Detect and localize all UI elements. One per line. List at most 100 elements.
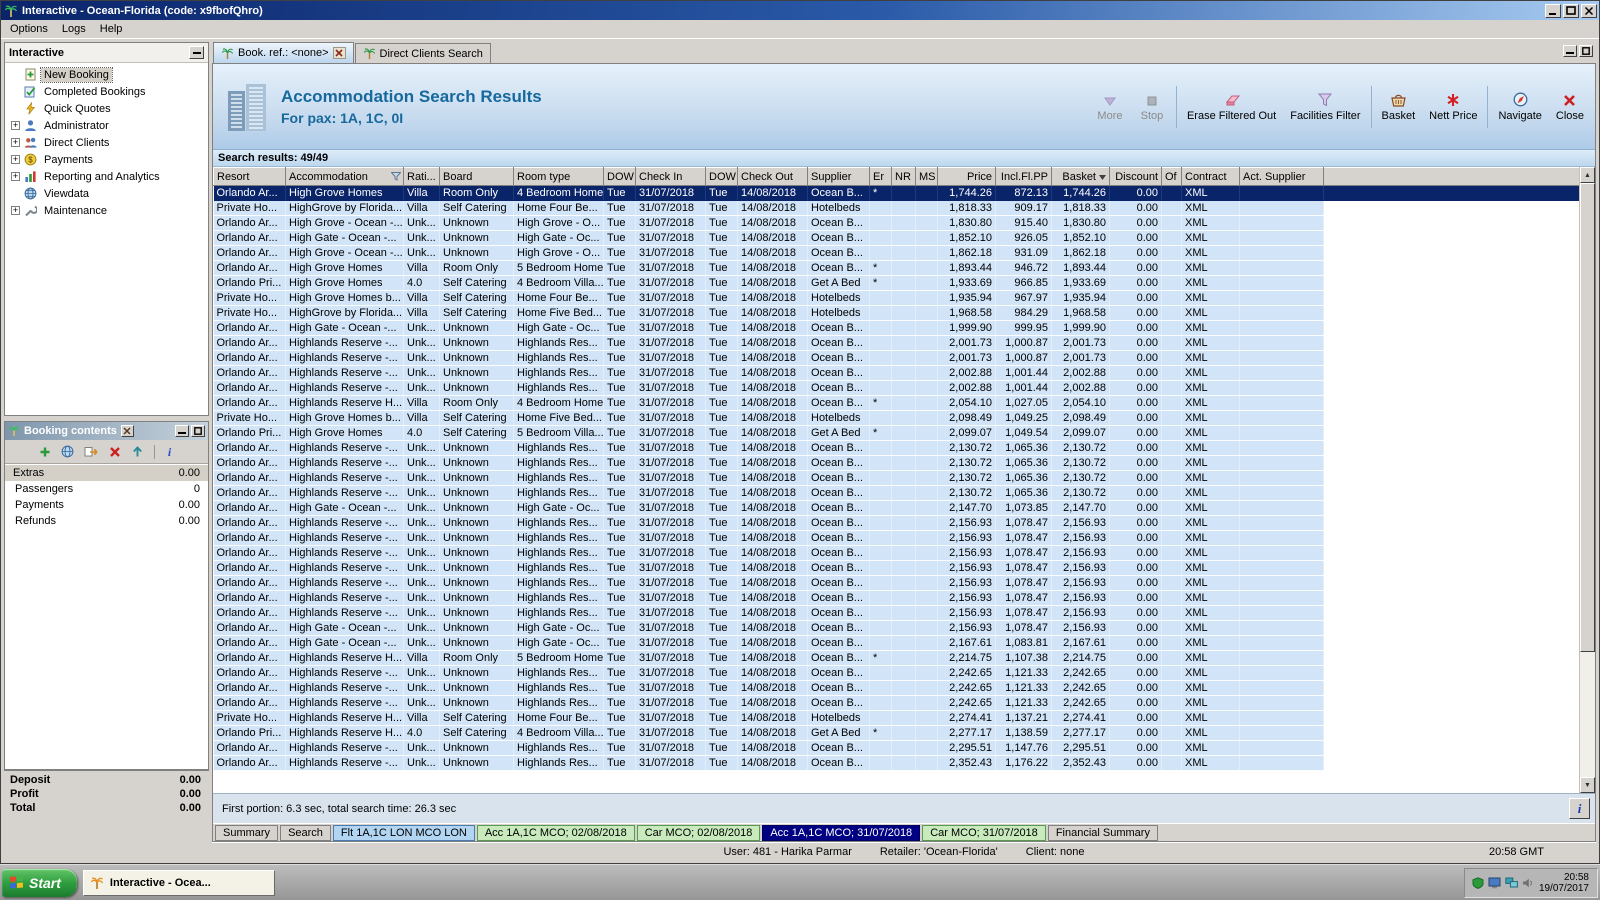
bottom-tab-acc-1a-1c-mco-31-07-2018[interactable]: Acc 1A,1C MCO; 31/07/2018 <box>762 825 920 841</box>
filter-funnel-icon[interactable] <box>391 172 401 184</box>
bottom-tab-acc-1a-1c-mco-02-08-2018[interactable]: Acc 1A,1C MCO; 02/08/2018 <box>477 825 635 841</box>
result-row[interactable]: Orlando Ar...High Gate - Ocean -...Unk..… <box>214 501 1580 516</box>
result-row[interactable]: Private Ho...High Grove Homes b...VillaS… <box>214 291 1580 306</box>
result-row[interactable]: Orlando Ar...High Grove HomesVillaRoom O… <box>214 186 1580 201</box>
result-row[interactable]: Orlando Ar...Highlands Reserve -...Unk..… <box>214 681 1580 696</box>
result-row[interactable]: Orlando Ar...Highlands Reserve -...Unk..… <box>214 441 1580 456</box>
column-header-dow[interactable]: DOW <box>604 168 636 186</box>
result-row[interactable]: Orlando Ar...Highlands Reserve -...Unk..… <box>214 471 1580 486</box>
child-restore-button[interactable] <box>1579 45 1593 57</box>
result-row[interactable]: Private Ho...HighGrove by Florida...Vill… <box>214 201 1580 216</box>
expand-plus-icon[interactable]: + <box>11 121 20 130</box>
column-header-check-out[interactable]: Check Out <box>738 168 808 186</box>
result-row[interactable]: Orlando Ar...High Gate - Ocean -...Unk..… <box>214 321 1580 336</box>
info-button[interactable]: i <box>1569 798 1590 819</box>
network-icon[interactable] <box>1505 877 1518 889</box>
scrollbar-thumb[interactable] <box>1580 183 1595 652</box>
result-row[interactable]: Orlando Ar...Highlands Reserve -...Unk..… <box>214 381 1580 396</box>
column-header-discount[interactable]: Discount <box>1110 168 1162 186</box>
result-row[interactable]: Orlando Ar...High Grove HomesVillaRoom O… <box>214 261 1580 276</box>
result-row[interactable]: Private Ho...HighGrove by Florida...Vill… <box>214 306 1580 321</box>
result-row[interactable]: Orlando Ar...Highlands Reserve -...Unk..… <box>214 546 1580 561</box>
toolbar-nett-price-button[interactable]: Nett Price <box>1422 89 1484 125</box>
expand-plus-icon[interactable]: + <box>11 155 20 164</box>
result-row[interactable]: Orlando Ar...Highlands Reserve H...Villa… <box>214 651 1580 666</box>
column-header-dow[interactable]: DOW <box>706 168 738 186</box>
menu-help[interactable]: Help <box>93 21 130 37</box>
column-header-board[interactable]: Board <box>440 168 514 186</box>
result-row[interactable]: Orlando Ar...Highlands Reserve -...Unk..… <box>214 516 1580 531</box>
start-button[interactable]: Start <box>2 869 77 897</box>
scrollbar-track[interactable] <box>1580 183 1595 777</box>
minimize-button[interactable] <box>1545 4 1561 18</box>
result-row[interactable]: Orlando Ar...Highlands Reserve -...Unk..… <box>214 561 1580 576</box>
column-header-resort[interactable]: Resort <box>214 168 286 186</box>
sidebar-item-direct-clients[interactable]: +Direct Clients <box>5 134 208 151</box>
tab-book-ref-none[interactable]: Book. ref.: <none> <box>213 42 354 63</box>
result-row[interactable]: Orlando Ar...Highlands Reserve -...Unk..… <box>214 696 1580 711</box>
booking-row-payments[interactable]: Payments0.00 <box>5 497 208 513</box>
child-minimize-button[interactable] <box>1563 45 1577 57</box>
column-header-rati[interactable]: Rati... <box>404 168 440 186</box>
booking-panel-float-button[interactable] <box>191 425 205 437</box>
sidebar-item-completed-bookings[interactable]: Completed Bookings <box>5 83 208 100</box>
booking-panel-close-icon[interactable] <box>121 425 134 437</box>
maximize-button[interactable] <box>1563 4 1579 18</box>
result-row[interactable]: Orlando Ar...Highlands Reserve -...Unk..… <box>214 741 1580 756</box>
booking-row-passengers[interactable]: Passengers0 <box>5 481 208 497</box>
result-row[interactable]: Orlando Ar...High Grove - Ocean -...Unk.… <box>214 216 1580 231</box>
volume-icon[interactable] <box>1522 877 1534 889</box>
column-header-er[interactable]: Er <box>870 168 892 186</box>
sidebar-item-viewdata[interactable]: Viewdata <box>5 185 208 202</box>
taskbar-app-button[interactable]: Interactive - Ocea... <box>83 870 275 896</box>
bottom-tab-financial-summary[interactable]: Financial Summary <box>1048 825 1158 841</box>
delete-item-button[interactable] <box>109 446 121 458</box>
result-row[interactable]: Orlando Ar...High Gate - Ocean -...Unk..… <box>214 636 1580 651</box>
column-header-check-in[interactable]: Check In <box>636 168 706 186</box>
toolbar-erase-filtered-out-button[interactable]: Erase Filtered Out <box>1180 89 1283 125</box>
toolbar-basket-button[interactable]: Basket <box>1375 89 1423 125</box>
scroll-down-icon[interactable]: ▼ <box>1580 777 1595 793</box>
result-row[interactable]: Orlando Ar...Highlands Reserve -...Unk..… <box>214 591 1580 606</box>
result-row[interactable]: Orlando Ar...Highlands Reserve -...Unk..… <box>214 351 1580 366</box>
menu-logs[interactable]: Logs <box>55 21 93 37</box>
bottom-tab-search[interactable]: Search <box>280 825 331 841</box>
result-row[interactable]: Private Ho...Highlands Reserve H...Villa… <box>214 711 1580 726</box>
booking-row-refunds[interactable]: Refunds0.00 <box>5 513 208 529</box>
display-icon[interactable] <box>1488 877 1501 889</box>
sidebar-item-new-booking[interactable]: New Booking <box>5 66 208 83</box>
column-header-act-supplier[interactable]: Act. Supplier <box>1240 168 1324 186</box>
result-row[interactable]: Orlando Ar...Highlands Reserve -...Unk..… <box>214 666 1580 681</box>
add-item-button[interactable] <box>39 446 51 458</box>
booking-row-extras[interactable]: Extras0.00 <box>5 465 208 481</box>
result-row[interactable]: Orlando Pri...High Grove Homes4.0Self Ca… <box>214 426 1580 441</box>
result-row[interactable]: Orlando Ar...Highlands Reserve -...Unk..… <box>214 366 1580 381</box>
result-row[interactable]: Private Ho...High Grove Homes b...VillaS… <box>214 411 1580 426</box>
bottom-tab-car-mco-02-08-2018[interactable]: Car MCO; 02/08/2018 <box>637 825 761 841</box>
column-header-ms[interactable]: MS <box>916 168 938 186</box>
column-header-contract[interactable]: Contract <box>1182 168 1240 186</box>
sidebar-item-quick-quotes[interactable]: Quick Quotes <box>5 100 208 117</box>
toolbar-navigate-button[interactable]: Navigate <box>1491 89 1548 125</box>
antivirus-icon[interactable] <box>1472 877 1484 889</box>
tab-close-icon[interactable] <box>333 47 346 59</box>
bottom-tab-summary[interactable]: Summary <box>215 825 278 841</box>
column-header-supplier[interactable]: Supplier <box>808 168 870 186</box>
result-row[interactable]: Orlando Ar...Highlands Reserve -...Unk..… <box>214 531 1580 546</box>
column-header-price[interactable]: Price <box>938 168 996 186</box>
expand-plus-icon[interactable]: + <box>11 138 20 147</box>
result-row[interactable]: Orlando Ar...Highlands Reserve -...Unk..… <box>214 756 1580 771</box>
result-row[interactable]: Orlando Ar...Highlands Reserve -...Unk..… <box>214 576 1580 591</box>
column-header-accommodation[interactable]: Accommodation <box>286 168 404 186</box>
column-header-room-type[interactable]: Room type <box>514 168 604 186</box>
export-button[interactable] <box>84 445 99 458</box>
close-button[interactable] <box>1581 4 1597 18</box>
sidebar-item-administrator[interactable]: +Administrator <box>5 117 208 134</box>
tab-direct-clients-search[interactable]: Direct Clients Search <box>355 43 491 63</box>
booking-info-button[interactable]: i <box>165 445 174 458</box>
result-row[interactable]: Orlando Ar...High Grove - Ocean -...Unk.… <box>214 246 1580 261</box>
sidebar-item-maintenance[interactable]: +Maintenance <box>5 202 208 219</box>
bottom-tab-car-mco-31-07-2018[interactable]: Car MCO; 31/07/2018 <box>922 825 1046 841</box>
expand-plus-icon[interactable]: + <box>11 206 20 215</box>
scroll-up-icon[interactable]: ▲ <box>1580 167 1595 183</box>
